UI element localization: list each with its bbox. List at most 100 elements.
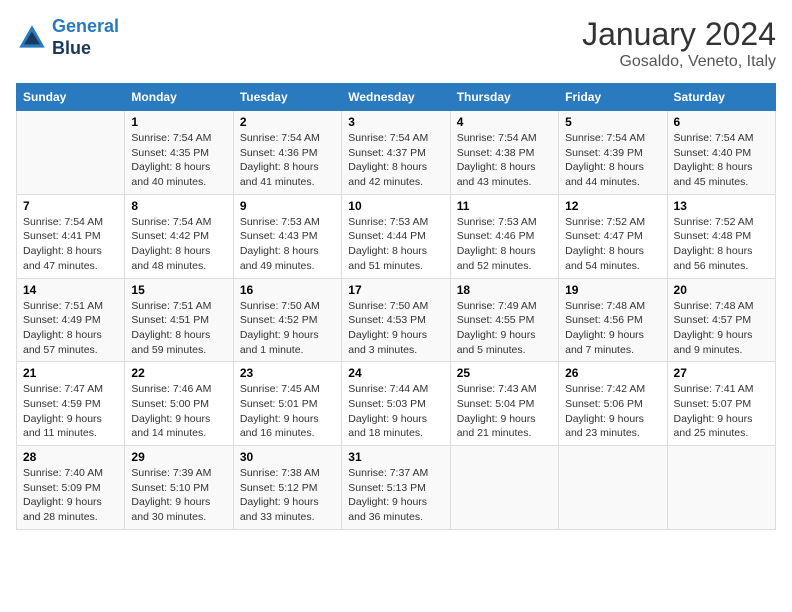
day-number: 12 bbox=[565, 199, 660, 213]
day-cell: 8 Sunrise: 7:54 AMSunset: 4:42 PMDaylight… bbox=[125, 194, 233, 278]
day-info: Sunrise: 7:50 AMSunset: 4:53 PMDaylight:… bbox=[348, 299, 443, 358]
day-cell: 16Sunrise: 7:50 AMSunset: 4:52 PMDayligh… bbox=[233, 278, 341, 362]
day-number: 29 bbox=[131, 450, 226, 464]
day-cell: 3 Sunrise: 7:54 AMSunset: 4:37 PMDaylight… bbox=[342, 111, 450, 195]
title-area: January 2024 Gosaldo, Veneto, Italy bbox=[582, 16, 776, 71]
day-cell: 6 Sunrise: 7:54 AMSunset: 4:40 PMDaylight… bbox=[667, 111, 775, 195]
day-number: 3 bbox=[348, 115, 443, 129]
logo-text: General Blue bbox=[52, 16, 119, 59]
day-info: Sunrise: 7:41 AMSunset: 5:07 PMDaylight:… bbox=[674, 382, 769, 441]
week-row-3: 14 Sunrise: 7:51 AMSunset: 4:49 PMDayligh… bbox=[17, 278, 776, 362]
header-cell-thursday: Thursday bbox=[450, 84, 558, 111]
header-cell-wednesday: Wednesday bbox=[342, 84, 450, 111]
day-info: Sunrise: 7:53 AMSunset: 4:46 PMDaylight:… bbox=[457, 215, 552, 274]
day-cell: 5 Sunrise: 7:54 AMSunset: 4:39 PMDaylight… bbox=[559, 111, 667, 195]
day-cell: 11 Sunrise: 7:53 AMSunset: 4:46 PMDayligh… bbox=[450, 194, 558, 278]
header-row: SundayMondayTuesdayWednesdayThursdayFrid… bbox=[17, 84, 776, 111]
day-info: Sunrise: 7:40 AMSunset: 5:09 PMDaylight:… bbox=[23, 466, 118, 525]
header-cell-sunday: Sunday bbox=[17, 84, 125, 111]
day-cell bbox=[559, 446, 667, 530]
day-number: 11 bbox=[457, 199, 552, 213]
day-info: Sunrise: 7:39 AMSunset: 5:10 PMDaylight:… bbox=[131, 466, 226, 525]
day-number: 20 bbox=[674, 283, 769, 297]
day-info: Sunrise: 7:48 AMSunset: 4:57 PMDaylight:… bbox=[674, 299, 769, 358]
day-number: 23 bbox=[240, 366, 335, 380]
day-number: 19 bbox=[565, 283, 660, 297]
day-info: Sunrise: 7:54 AMSunset: 4:41 PMDaylight:… bbox=[23, 215, 118, 274]
day-number: 27 bbox=[674, 366, 769, 380]
day-number: 2 bbox=[240, 115, 335, 129]
day-info: Sunrise: 7:54 AMSunset: 4:42 PMDaylight:… bbox=[131, 215, 226, 274]
main-title: January 2024 bbox=[582, 16, 776, 53]
day-info: Sunrise: 7:47 AMSunset: 4:59 PMDaylight:… bbox=[23, 382, 118, 441]
day-number: 5 bbox=[565, 115, 660, 129]
logo-icon bbox=[16, 22, 48, 54]
week-row-4: 21 Sunrise: 7:47 AMSunset: 4:59 PMDayligh… bbox=[17, 362, 776, 446]
day-info: Sunrise: 7:45 AMSunset: 5:01 PMDaylight:… bbox=[240, 382, 335, 441]
day-number: 25 bbox=[457, 366, 552, 380]
day-info: Sunrise: 7:38 AMSunset: 5:12 PMDaylight:… bbox=[240, 466, 335, 525]
day-cell: 24 Sunrise: 7:44 AMSunset: 5:03 PMDayligh… bbox=[342, 362, 450, 446]
day-cell: 26 Sunrise: 7:42 AMSunset: 5:06 PMDayligh… bbox=[559, 362, 667, 446]
logo: General Blue bbox=[16, 16, 119, 59]
day-cell: 12Sunrise: 7:52 AMSunset: 4:47 PMDayligh… bbox=[559, 194, 667, 278]
day-cell: 9 Sunrise: 7:53 AMSunset: 4:43 PMDaylight… bbox=[233, 194, 341, 278]
day-cell: 31Sunrise: 7:37 AMSunset: 5:13 PMDayligh… bbox=[342, 446, 450, 530]
day-info: Sunrise: 7:54 AMSunset: 4:38 PMDaylight:… bbox=[457, 131, 552, 190]
header-cell-monday: Monday bbox=[125, 84, 233, 111]
day-info: Sunrise: 7:54 AMSunset: 4:36 PMDaylight:… bbox=[240, 131, 335, 190]
day-cell: 22 Sunrise: 7:46 AMSunset: 5:00 PMDayligh… bbox=[125, 362, 233, 446]
day-number: 8 bbox=[131, 199, 226, 213]
day-info: Sunrise: 7:53 AMSunset: 4:44 PMDaylight:… bbox=[348, 215, 443, 274]
day-number: 18 bbox=[457, 283, 552, 297]
day-info: Sunrise: 7:54 AMSunset: 4:40 PMDaylight:… bbox=[674, 131, 769, 190]
day-cell: 29 Sunrise: 7:39 AMSunset: 5:10 PMDayligh… bbox=[125, 446, 233, 530]
day-number: 1 bbox=[131, 115, 226, 129]
day-cell: 7 Sunrise: 7:54 AMSunset: 4:41 PMDaylight… bbox=[17, 194, 125, 278]
day-cell: 2 Sunrise: 7:54 AMSunset: 4:36 PMDaylight… bbox=[233, 111, 341, 195]
day-info: Sunrise: 7:42 AMSunset: 5:06 PMDaylight:… bbox=[565, 382, 660, 441]
day-number: 30 bbox=[240, 450, 335, 464]
day-number: 4 bbox=[457, 115, 552, 129]
day-info: Sunrise: 7:37 AMSunset: 5:13 PMDaylight:… bbox=[348, 466, 443, 525]
day-info: Sunrise: 7:44 AMSunset: 5:03 PMDaylight:… bbox=[348, 382, 443, 441]
day-info: Sunrise: 7:48 AMSunset: 4:56 PMDaylight:… bbox=[565, 299, 660, 358]
day-cell: 23 Sunrise: 7:45 AMSunset: 5:01 PMDayligh… bbox=[233, 362, 341, 446]
day-info: Sunrise: 7:52 AMSunset: 4:48 PMDaylight:… bbox=[674, 215, 769, 274]
day-number: 21 bbox=[23, 366, 118, 380]
header-cell-saturday: Saturday bbox=[667, 84, 775, 111]
day-number: 10 bbox=[348, 199, 443, 213]
week-row-1: 1Sunrise: 7:54 AMSunset: 4:35 PMDaylight… bbox=[17, 111, 776, 195]
day-number: 9 bbox=[240, 199, 335, 213]
day-number: 22 bbox=[131, 366, 226, 380]
week-row-2: 7 Sunrise: 7:54 AMSunset: 4:41 PMDaylight… bbox=[17, 194, 776, 278]
day-cell: 14 Sunrise: 7:51 AMSunset: 4:49 PMDayligh… bbox=[17, 278, 125, 362]
day-cell bbox=[17, 111, 125, 195]
header-cell-friday: Friday bbox=[559, 84, 667, 111]
day-number: 15 bbox=[131, 283, 226, 297]
day-info: Sunrise: 7:53 AMSunset: 4:43 PMDaylight:… bbox=[240, 215, 335, 274]
day-cell: 28 Sunrise: 7:40 AMSunset: 5:09 PMDayligh… bbox=[17, 446, 125, 530]
day-number: 13 bbox=[674, 199, 769, 213]
day-number: 6 bbox=[674, 115, 769, 129]
day-number: 26 bbox=[565, 366, 660, 380]
day-number: 7 bbox=[23, 199, 118, 213]
header: General Blue January 2024 Gosaldo, Venet… bbox=[16, 16, 776, 71]
calendar-header: SundayMondayTuesdayWednesdayThursdayFrid… bbox=[17, 84, 776, 111]
day-cell bbox=[450, 446, 558, 530]
day-number: 28 bbox=[23, 450, 118, 464]
day-info: Sunrise: 7:51 AMSunset: 4:51 PMDaylight:… bbox=[131, 299, 226, 358]
day-cell: 4 Sunrise: 7:54 AMSunset: 4:38 PMDaylight… bbox=[450, 111, 558, 195]
day-cell: 21 Sunrise: 7:47 AMSunset: 4:59 PMDayligh… bbox=[17, 362, 125, 446]
day-info: Sunrise: 7:54 AMSunset: 4:37 PMDaylight:… bbox=[348, 131, 443, 190]
day-info: Sunrise: 7:51 AMSunset: 4:49 PMDaylight:… bbox=[23, 299, 118, 358]
day-info: Sunrise: 7:46 AMSunset: 5:00 PMDaylight:… bbox=[131, 382, 226, 441]
day-cell: 17Sunrise: 7:50 AMSunset: 4:53 PMDayligh… bbox=[342, 278, 450, 362]
day-cell bbox=[667, 446, 775, 530]
day-number: 14 bbox=[23, 283, 118, 297]
day-info: Sunrise: 7:54 AMSunset: 4:39 PMDaylight:… bbox=[565, 131, 660, 190]
day-cell: 19 Sunrise: 7:48 AMSunset: 4:56 PMDayligh… bbox=[559, 278, 667, 362]
calendar-body: 1Sunrise: 7:54 AMSunset: 4:35 PMDaylight… bbox=[17, 111, 776, 530]
day-number: 24 bbox=[348, 366, 443, 380]
day-cell: 15 Sunrise: 7:51 AMSunset: 4:51 PMDayligh… bbox=[125, 278, 233, 362]
